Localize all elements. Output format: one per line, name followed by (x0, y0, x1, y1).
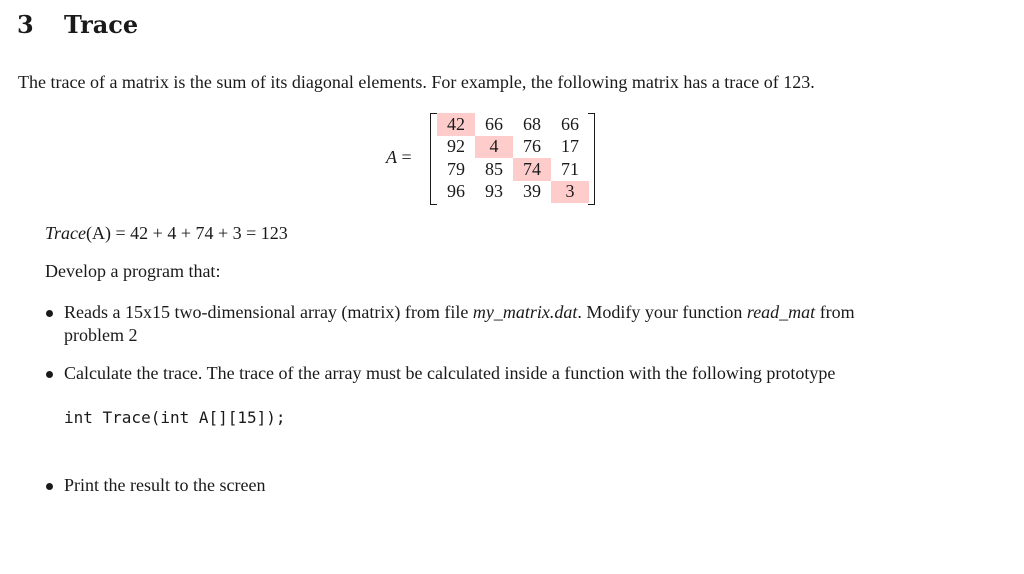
develop-heading: Develop a program that: (45, 261, 221, 281)
matrix-equals: = (397, 147, 412, 167)
matrix-cell: 68 (523, 113, 541, 134)
matrix-cell-diagonal: 3 (551, 180, 589, 203)
matrix-cell: 85 (485, 158, 503, 179)
list-item-read: Reads a 15x15 two-dimensional array (mat… (64, 302, 855, 323)
matrix-cell: 17 (561, 136, 579, 157)
matrix-right-bracket (588, 113, 595, 205)
list-item-print: Print the result to the screen (64, 475, 266, 495)
function-prototype-code: int Trace(int A[][15]); (64, 408, 286, 427)
matrix-left-bracket (430, 113, 437, 205)
matrix-cell-diagonal: 42 (437, 113, 475, 136)
trace-equation: Trace(A) = 42 + 4 + 74 + 3 = 123 (45, 223, 288, 244)
section-title: Trace (64, 10, 139, 39)
item-text: from (815, 302, 855, 322)
trace-argument: (A) (86, 223, 112, 243)
bullet-icon (46, 310, 53, 317)
section-number: 3 (17, 10, 34, 39)
matrix-cell-diagonal: 74 (513, 158, 551, 181)
item-text: . Modify your function (577, 302, 747, 322)
matrix: 42 66 68 66 92 4 76 17 79 85 74 71 96 93 39 3 (437, 113, 589, 203)
list-item-calculate: Calculate the trace. The trace of the ar… (64, 363, 836, 383)
bullet-icon (46, 483, 53, 490)
matrix-cell: 96 (447, 181, 465, 202)
intro-paragraph: The trace of a matrix is the sum of its … (18, 72, 815, 92)
matrix-cell: 71 (561, 158, 579, 179)
matrix-cell: 66 (485, 113, 503, 134)
matrix-cell-diagonal: 4 (475, 135, 513, 158)
matrix-label: A = (386, 147, 412, 168)
item-text: Reads a 15x15 two-dimensional array (mat… (64, 302, 473, 322)
list-item-read-continued: problem 2 (64, 325, 138, 345)
trace-sum: = 42 + 4 + 74 + 3 = 123 (111, 223, 288, 243)
file-name: my_matrix.dat (472, 302, 578, 322)
trace-function: Trace (45, 223, 87, 243)
matrix-cell: 92 (447, 136, 465, 157)
matrix-cell: 39 (523, 181, 541, 202)
bullet-icon (46, 371, 53, 378)
matrix-cell: 79 (447, 158, 465, 179)
matrix-cell: 93 (485, 181, 503, 202)
matrix-cell: 66 (561, 113, 579, 134)
matrix-variable: A (386, 147, 397, 167)
function-name: read_mat (746, 302, 816, 322)
matrix-cell: 76 (523, 136, 541, 157)
